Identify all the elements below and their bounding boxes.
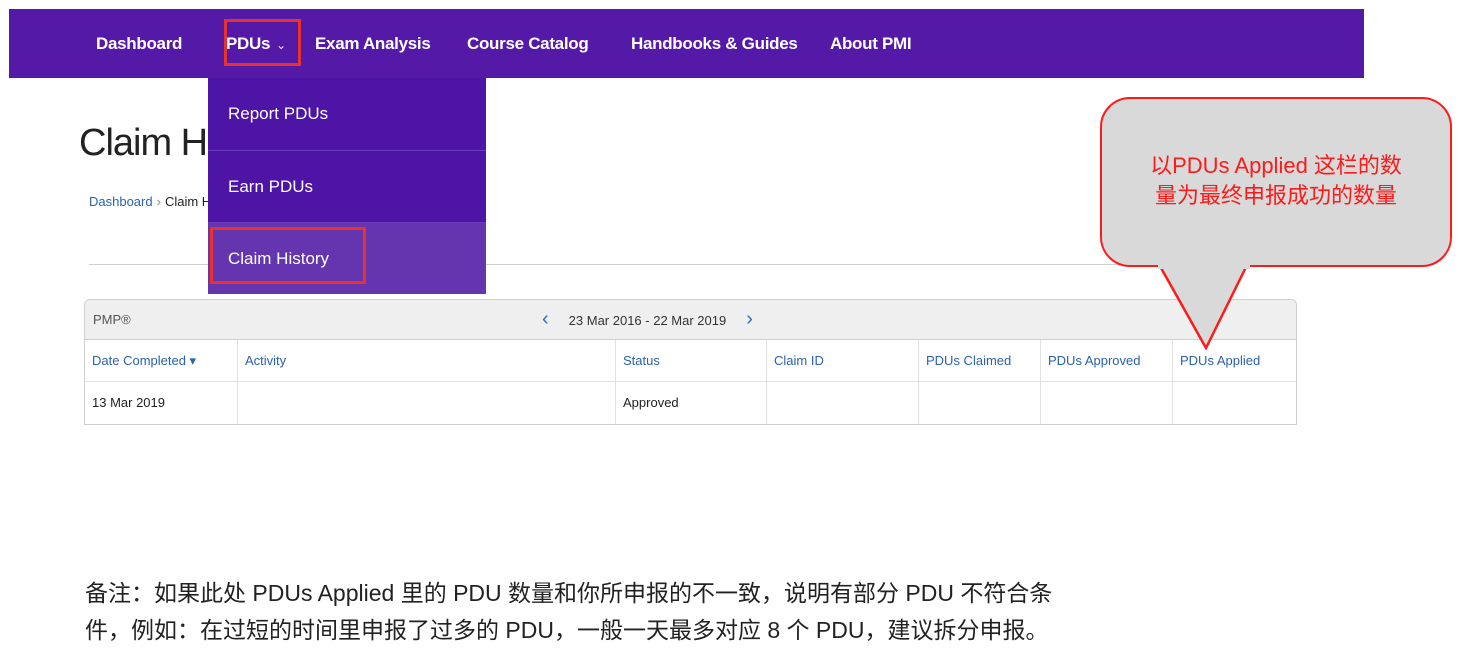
callout-line-2: 量为最终申报成功的数量 [1154, 183, 1397, 208]
col-pdus-claimed[interactable]: PDUs Claimed [918, 340, 1040, 381]
note-line-2: 件，例如：在过短的时间里申报了过多的 PDU，一般一天最多对应 8 个 PDU，… [85, 617, 1049, 643]
breadcrumb: Dashboard › Claim His [89, 194, 221, 209]
cell-pdus-applied [1172, 382, 1296, 424]
nav-dashboard[interactable]: Dashboard [96, 9, 182, 78]
nav-course-catalog[interactable]: Course Catalog [467, 9, 589, 78]
col-date-completed[interactable]: Date Completed ▾ [85, 340, 237, 381]
table-column-headers: Date Completed ▾ Activity Status Claim I… [85, 340, 1296, 382]
nav-handbooks-guides[interactable]: Handbooks & Guides [631, 9, 798, 78]
certification-label: PMP® [93, 312, 131, 327]
callout-pointer-mask [1158, 255, 1250, 269]
annotation-box-pdus [224, 19, 301, 66]
nav-about-pmi[interactable]: About PMI [830, 9, 912, 78]
cell-pdus-claimed [918, 382, 1040, 424]
note-line-1: 备注：如果此处 PDUs Applied 里的 PDU 数量和你所申报的不一致，… [85, 580, 1053, 606]
breadcrumb-dashboard-link[interactable]: Dashboard [89, 194, 153, 209]
menu-item-report-pdus[interactable]: Report PDUs [208, 78, 486, 150]
note-text: 备注：如果此处 PDUs Applied 里的 PDU 数量和你所申报的不一致，… [85, 575, 1365, 649]
cell-pdus-approved [1040, 382, 1172, 424]
cell-status: Approved [615, 382, 766, 424]
date-range-label: 23 Mar 2016 - 22 Mar 2019 [568, 313, 727, 328]
date-range-selector: ‹ 23 Mar 2016 - 22 Mar 2019 › [542, 300, 753, 339]
col-activity[interactable]: Activity [237, 340, 615, 381]
callout-text: 以PDUs Applied 这栏的数 量为最终申报成功的数量 [1110, 151, 1442, 211]
cell-date: 13 Mar 2019 [92, 395, 165, 410]
annotation-box-claim-history [210, 227, 366, 284]
nav-exam-analysis[interactable]: Exam Analysis [315, 9, 431, 78]
callout-line-1: 以PDUs Applied 这栏的数 [1150, 153, 1402, 178]
breadcrumb-separator: › [156, 194, 161, 209]
cell-activity [237, 382, 615, 424]
table-row: 13 Mar 2019 Approved [85, 382, 1296, 424]
top-nav: Dashboard PDUs ⌄ Exam Analysis Course Cat… [9, 9, 1364, 78]
table-header-bar: PMP® ‹ 23 Mar 2016 - 22 Mar 2019 › [85, 300, 1296, 340]
next-range-arrow-icon[interactable]: › [746, 300, 753, 339]
prev-range-arrow-icon[interactable]: ‹ [542, 300, 549, 339]
menu-item-earn-pdus[interactable]: Earn PDUs [208, 151, 486, 223]
col-claim-id[interactable]: Claim ID [766, 340, 918, 381]
cell-claim-id [766, 382, 918, 424]
claim-history-table: PMP® ‹ 23 Mar 2016 - 22 Mar 2019 › Date Co… [84, 299, 1297, 425]
col-status[interactable]: Status [615, 340, 766, 381]
